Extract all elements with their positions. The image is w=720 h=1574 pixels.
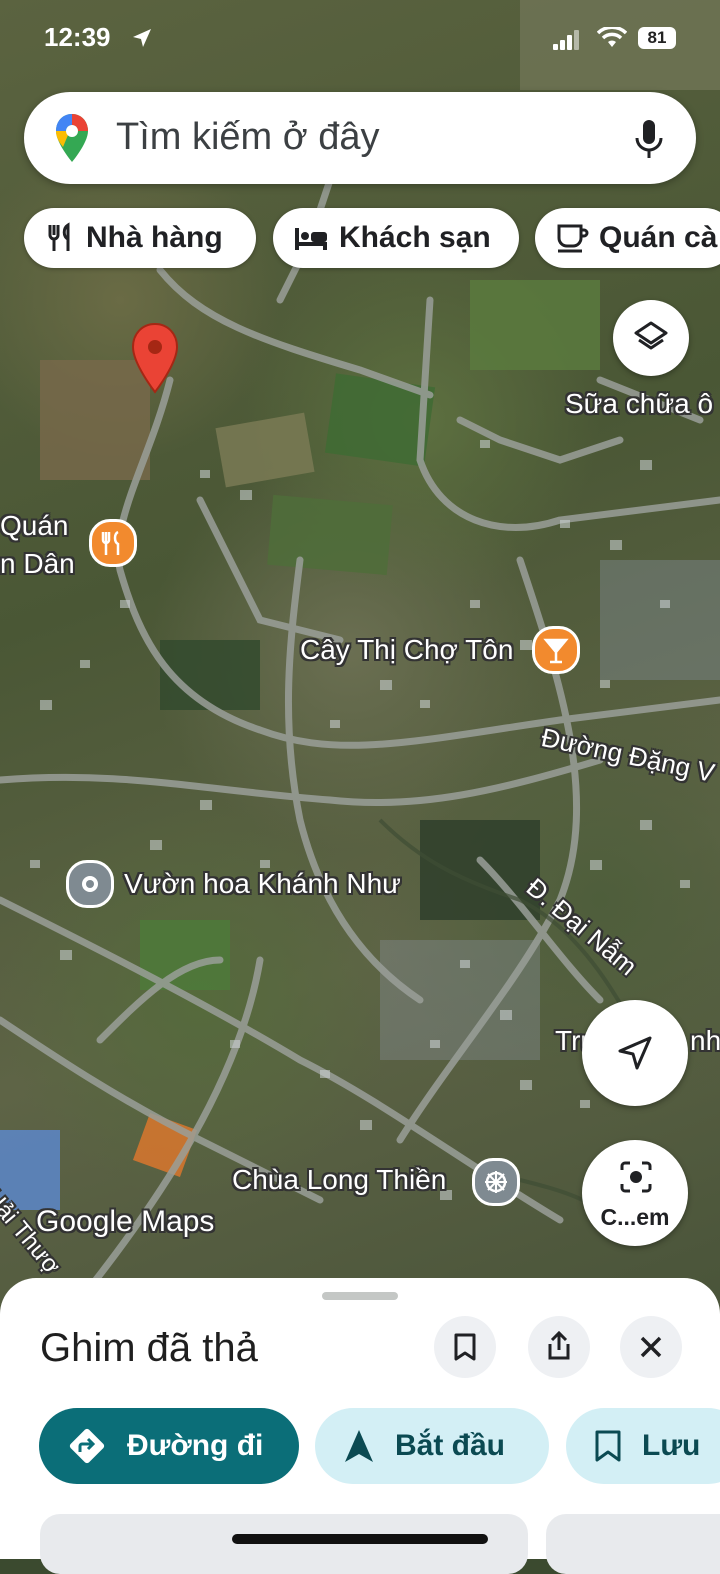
temple-poi-icon[interactable] xyxy=(472,1158,520,1206)
navigation-arrow-outline-icon xyxy=(618,1036,652,1070)
chip-restaurants[interactable]: Nhà hàng xyxy=(24,208,256,268)
lens-label: C...em xyxy=(600,1204,670,1230)
lens-camera-button[interactable]: C...em xyxy=(582,1140,688,1246)
restaurant-poi-icon[interactable] xyxy=(89,519,137,567)
cellular-signal-icon xyxy=(553,30,579,50)
bed-icon xyxy=(295,228,327,250)
photo-thumbnail[interactable] xyxy=(546,1514,720,1574)
share-button[interactable] xyxy=(528,1316,590,1378)
fork-knife-icon xyxy=(48,222,70,251)
chip-label: Khách sạn xyxy=(339,221,491,254)
bar-poi-icon[interactable] xyxy=(532,626,580,674)
share-icon xyxy=(548,1330,570,1360)
directions-button[interactable]: Đường đi xyxy=(39,1408,299,1484)
bookmark-icon xyxy=(595,1430,621,1462)
search-bar[interactable]: Tìm kiếm ở đây xyxy=(24,92,696,184)
map-label-cay-thi[interactable]: Cây Thị Chợ Tôn xyxy=(300,634,513,666)
directions-label: Đường đi xyxy=(127,1429,264,1462)
chip-label: Nhà hàng xyxy=(86,221,223,254)
start-button[interactable]: Bắt đầu xyxy=(315,1408,549,1484)
photo-thumbnail[interactable] xyxy=(40,1514,528,1574)
map-label-chua[interactable]: Chùa Long Thiền xyxy=(232,1164,446,1196)
map-label-vuon-hoa[interactable]: Vườn hoa Khánh Như xyxy=(124,868,401,900)
garden-poi-icon[interactable] xyxy=(66,860,114,908)
save-action-button[interactable]: Lưu xyxy=(566,1408,720,1484)
status-time: 12:39 xyxy=(44,22,111,52)
place-bottom-sheet[interactable]: Ghim đã thả Đường đi Bắt đầu Lưu xyxy=(0,1278,720,1574)
chip-label: Quán cà xyxy=(599,221,718,254)
map-label-quan[interactable]: Quán xyxy=(0,510,69,542)
sheet-title: Ghim đã thả xyxy=(40,1326,258,1370)
start-label: Bắt đầu xyxy=(395,1429,506,1462)
map-label-quan-line2[interactable]: n Dân xyxy=(0,548,75,580)
map-label-truong-tail[interactable]: nh xyxy=(690,1025,720,1057)
dropped-pin-icon[interactable] xyxy=(130,322,180,394)
bookmark-icon xyxy=(454,1333,476,1361)
close-icon xyxy=(640,1336,662,1358)
map-layers-button[interactable] xyxy=(613,300,689,376)
google-maps-watermark: Google Maps xyxy=(36,1205,215,1238)
save-action-label: Lưu xyxy=(642,1429,701,1462)
navigation-arrow-icon xyxy=(345,1430,373,1462)
save-button[interactable] xyxy=(434,1316,496,1378)
my-location-button[interactable] xyxy=(582,1000,688,1106)
directions-icon xyxy=(69,1428,105,1464)
location-arrow-icon xyxy=(133,29,151,47)
search-input[interactable]: Tìm kiếm ở đây xyxy=(116,116,380,159)
status-bar: 12:39 81 xyxy=(0,0,720,80)
map-label-repair[interactable]: Sữa chữa ô xyxy=(565,388,713,420)
battery-indicator: 81 xyxy=(638,27,676,49)
coffee-cup-icon xyxy=(557,224,589,253)
chip-hotels[interactable]: Khách sạn xyxy=(273,208,519,268)
microphone-icon[interactable] xyxy=(634,118,664,160)
chip-cafes[interactable]: Quán cà xyxy=(535,208,720,268)
sheet-drag-handle[interactable] xyxy=(322,1292,398,1300)
wifi-icon xyxy=(597,27,627,47)
layers-icon xyxy=(634,321,668,350)
home-indicator[interactable] xyxy=(232,1534,488,1544)
close-button[interactable] xyxy=(620,1316,682,1378)
camera-lens-icon xyxy=(620,1161,652,1193)
google-maps-logo-icon xyxy=(56,114,88,162)
